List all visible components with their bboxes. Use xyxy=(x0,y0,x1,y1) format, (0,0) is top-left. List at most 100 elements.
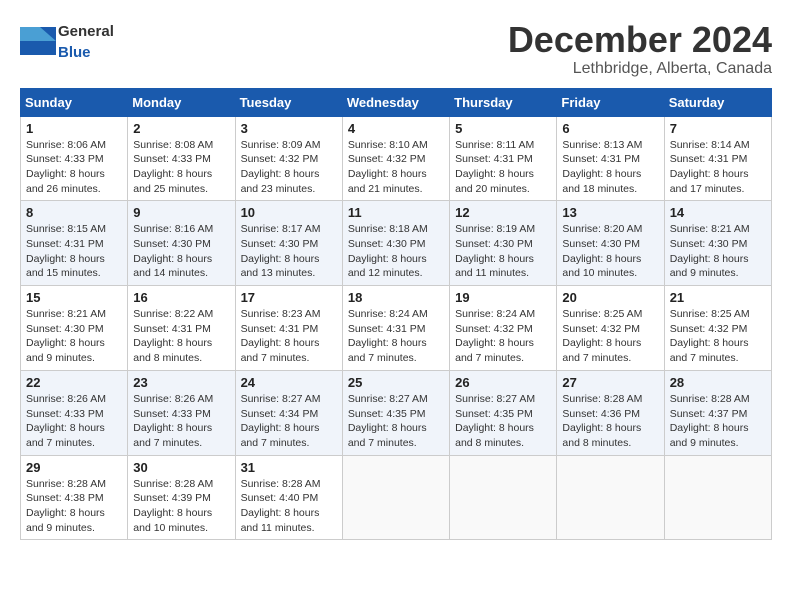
day-number: 6 xyxy=(562,121,658,136)
week-row-4: 22 Sunrise: 8:26 AMSunset: 4:33 PMDayligh… xyxy=(21,370,772,455)
calendar-cell: 3Sunrise: 8:09 AMSunset: 4:32 PMDaylight… xyxy=(235,116,342,201)
calendar-cell: 29Sunrise: 8:28 AMSunset: 4:38 PMDayligh… xyxy=(21,455,128,540)
calendar-cell: 26Sunrise: 8:27 AMSunset: 4:35 PMDayligh… xyxy=(450,370,557,455)
day-number: 26 xyxy=(455,375,551,390)
weekday-friday: Friday xyxy=(557,88,664,116)
day-number: 4 xyxy=(348,121,444,136)
day-info: Sunrise: 8:28 AMSunset: 4:36 PMDaylight:… xyxy=(562,393,642,449)
month-title: December 2024 xyxy=(508,20,772,60)
calendar-cell xyxy=(450,455,557,540)
day-number: 17 xyxy=(241,290,337,305)
calendar-cell: 9 Sunrise: 8:16 AMSunset: 4:30 PMDaylight… xyxy=(128,201,235,286)
calendar-cell: 12 Sunrise: 8:19 AMSunset: 4:30 PMDayligh… xyxy=(450,201,557,286)
calendar-cell: 6 Sunrise: 8:13 AMSunset: 4:31 PMDaylight… xyxy=(557,116,664,201)
day-number: 11 xyxy=(348,205,444,220)
calendar-cell xyxy=(664,455,771,540)
day-number: 21 xyxy=(670,290,766,305)
logo: General Blue xyxy=(20,20,114,62)
day-info: Sunrise: 8:08 AMSunset: 4:33 PMDaylight:… xyxy=(133,139,213,195)
day-number: 24 xyxy=(241,375,337,390)
day-info: Sunrise: 8:26 AMSunset: 4:33 PMDaylight:… xyxy=(133,393,213,449)
logo-general: General xyxy=(58,23,114,40)
calendar-cell: 28 Sunrise: 8:28 AMSunset: 4:37 PMDayligh… xyxy=(664,370,771,455)
calendar-cell: 17 Sunrise: 8:23 AMSunset: 4:31 PMDayligh… xyxy=(235,286,342,371)
day-info: Sunrise: 8:14 AMSunset: 4:31 PMDaylight:… xyxy=(670,139,750,195)
week-row-5: 29Sunrise: 8:28 AMSunset: 4:38 PMDayligh… xyxy=(21,455,772,540)
day-info: Sunrise: 8:24 AMSunset: 4:31 PMDaylight:… xyxy=(348,308,428,364)
weekday-header-row: SundayMondayTuesdayWednesdayThursdayFrid… xyxy=(21,88,772,116)
weekday-saturday: Saturday xyxy=(664,88,771,116)
day-info: Sunrise: 8:17 AMSunset: 4:30 PMDaylight:… xyxy=(241,223,321,279)
day-number: 9 xyxy=(133,205,229,220)
calendar-cell: 20Sunrise: 8:25 AMSunset: 4:32 PMDayligh… xyxy=(557,286,664,371)
day-info: Sunrise: 8:25 AMSunset: 4:32 PMDaylight:… xyxy=(670,308,750,364)
day-info: Sunrise: 8:13 AMSunset: 4:31 PMDaylight:… xyxy=(562,139,642,195)
logo-blue: Blue xyxy=(58,44,91,61)
day-number: 31 xyxy=(241,460,337,475)
day-number: 3 xyxy=(241,121,337,136)
day-number: 30 xyxy=(133,460,229,475)
calendar-cell: 30 Sunrise: 8:28 AMSunset: 4:39 PMDayligh… xyxy=(128,455,235,540)
calendar-body: 1 Sunrise: 8:06 AMSunset: 4:33 PMDaylight… xyxy=(21,116,772,540)
day-info: Sunrise: 8:28 AMSunset: 4:37 PMDaylight:… xyxy=(670,393,750,449)
day-number: 15 xyxy=(26,290,122,305)
week-row-1: 1 Sunrise: 8:06 AMSunset: 4:33 PMDaylight… xyxy=(21,116,772,201)
day-info: Sunrise: 8:27 AMSunset: 4:35 PMDaylight:… xyxy=(348,393,428,449)
weekday-tuesday: Tuesday xyxy=(235,88,342,116)
day-number: 2 xyxy=(133,121,229,136)
day-number: 28 xyxy=(670,375,766,390)
day-info: Sunrise: 8:20 AMSunset: 4:30 PMDaylight:… xyxy=(562,223,642,279)
day-number: 20 xyxy=(562,290,658,305)
weekday-wednesday: Wednesday xyxy=(342,88,449,116)
calendar-cell: 15 Sunrise: 8:21 AMSunset: 4:30 PMDayligh… xyxy=(21,286,128,371)
week-row-2: 8Sunrise: 8:15 AMSunset: 4:31 PMDaylight… xyxy=(21,201,772,286)
day-info: Sunrise: 8:06 AMSunset: 4:33 PMDaylight:… xyxy=(26,139,106,195)
day-number: 27 xyxy=(562,375,658,390)
day-info: Sunrise: 8:28 AMSunset: 4:40 PMDaylight:… xyxy=(241,478,321,534)
week-row-3: 15 Sunrise: 8:21 AMSunset: 4:30 PMDayligh… xyxy=(21,286,772,371)
calendar-cell: 4Sunrise: 8:10 AMSunset: 4:32 PMDaylight… xyxy=(342,116,449,201)
calendar-table: SundayMondayTuesdayWednesdayThursdayFrid… xyxy=(20,88,772,541)
calendar-cell: 5Sunrise: 8:11 AMSunset: 4:31 PMDaylight… xyxy=(450,116,557,201)
calendar-cell: 10 Sunrise: 8:17 AMSunset: 4:30 PMDayligh… xyxy=(235,201,342,286)
calendar-cell: 24Sunrise: 8:27 AMSunset: 4:34 PMDayligh… xyxy=(235,370,342,455)
calendar-cell: 19 Sunrise: 8:24 AMSunset: 4:32 PMDayligh… xyxy=(450,286,557,371)
day-number: 10 xyxy=(241,205,337,220)
day-info: Sunrise: 8:16 AMSunset: 4:30 PMDaylight:… xyxy=(133,223,213,279)
day-info: Sunrise: 8:28 AMSunset: 4:39 PMDaylight:… xyxy=(133,478,213,534)
day-number: 22 xyxy=(26,375,122,390)
day-number: 16 xyxy=(133,290,229,305)
day-info: Sunrise: 8:21 AMSunset: 4:30 PMDaylight:… xyxy=(26,308,106,364)
calendar-cell: 27 Sunrise: 8:28 AMSunset: 4:36 PMDayligh… xyxy=(557,370,664,455)
calendar-cell: 21 Sunrise: 8:25 AMSunset: 4:32 PMDayligh… xyxy=(664,286,771,371)
weekday-thursday: Thursday xyxy=(450,88,557,116)
calendar-cell: 8Sunrise: 8:15 AMSunset: 4:31 PMDaylight… xyxy=(21,201,128,286)
day-number: 1 xyxy=(26,121,122,136)
calendar-cell: 25 Sunrise: 8:27 AMSunset: 4:35 PMDayligh… xyxy=(342,370,449,455)
header: General Blue December 2024 Lethbridge, A… xyxy=(20,20,772,78)
calendar-cell: 31 Sunrise: 8:28 AMSunset: 4:40 PMDayligh… xyxy=(235,455,342,540)
day-info: Sunrise: 8:23 AMSunset: 4:31 PMDaylight:… xyxy=(241,308,321,364)
calendar-cell: 14Sunrise: 8:21 AMSunset: 4:30 PMDayligh… xyxy=(664,201,771,286)
day-number: 8 xyxy=(26,205,122,220)
day-info: Sunrise: 8:22 AMSunset: 4:31 PMDaylight:… xyxy=(133,308,213,364)
title-block: December 2024 Lethbridge, Alberta, Canad… xyxy=(508,20,772,78)
calendar-cell: 16 Sunrise: 8:22 AMSunset: 4:31 PMDayligh… xyxy=(128,286,235,371)
day-number: 18 xyxy=(348,290,444,305)
day-info: Sunrise: 8:19 AMSunset: 4:30 PMDaylight:… xyxy=(455,223,535,279)
calendar-cell: 11Sunrise: 8:18 AMSunset: 4:30 PMDayligh… xyxy=(342,201,449,286)
day-number: 7 xyxy=(670,121,766,136)
day-number: 29 xyxy=(26,460,122,475)
day-number: 14 xyxy=(670,205,766,220)
day-number: 5 xyxy=(455,121,551,136)
day-number: 19 xyxy=(455,290,551,305)
day-number: 25 xyxy=(348,375,444,390)
day-info: Sunrise: 8:24 AMSunset: 4:32 PMDaylight:… xyxy=(455,308,535,364)
day-info: Sunrise: 8:26 AMSunset: 4:33 PMDaylight:… xyxy=(26,393,106,449)
calendar-cell: 18 Sunrise: 8:24 AMSunset: 4:31 PMDayligh… xyxy=(342,286,449,371)
logo-icon xyxy=(20,27,56,55)
location-title: Lethbridge, Alberta, Canada xyxy=(508,60,772,78)
day-number: 12 xyxy=(455,205,551,220)
day-number: 13 xyxy=(562,205,658,220)
calendar-cell: 23Sunrise: 8:26 AMSunset: 4:33 PMDayligh… xyxy=(128,370,235,455)
